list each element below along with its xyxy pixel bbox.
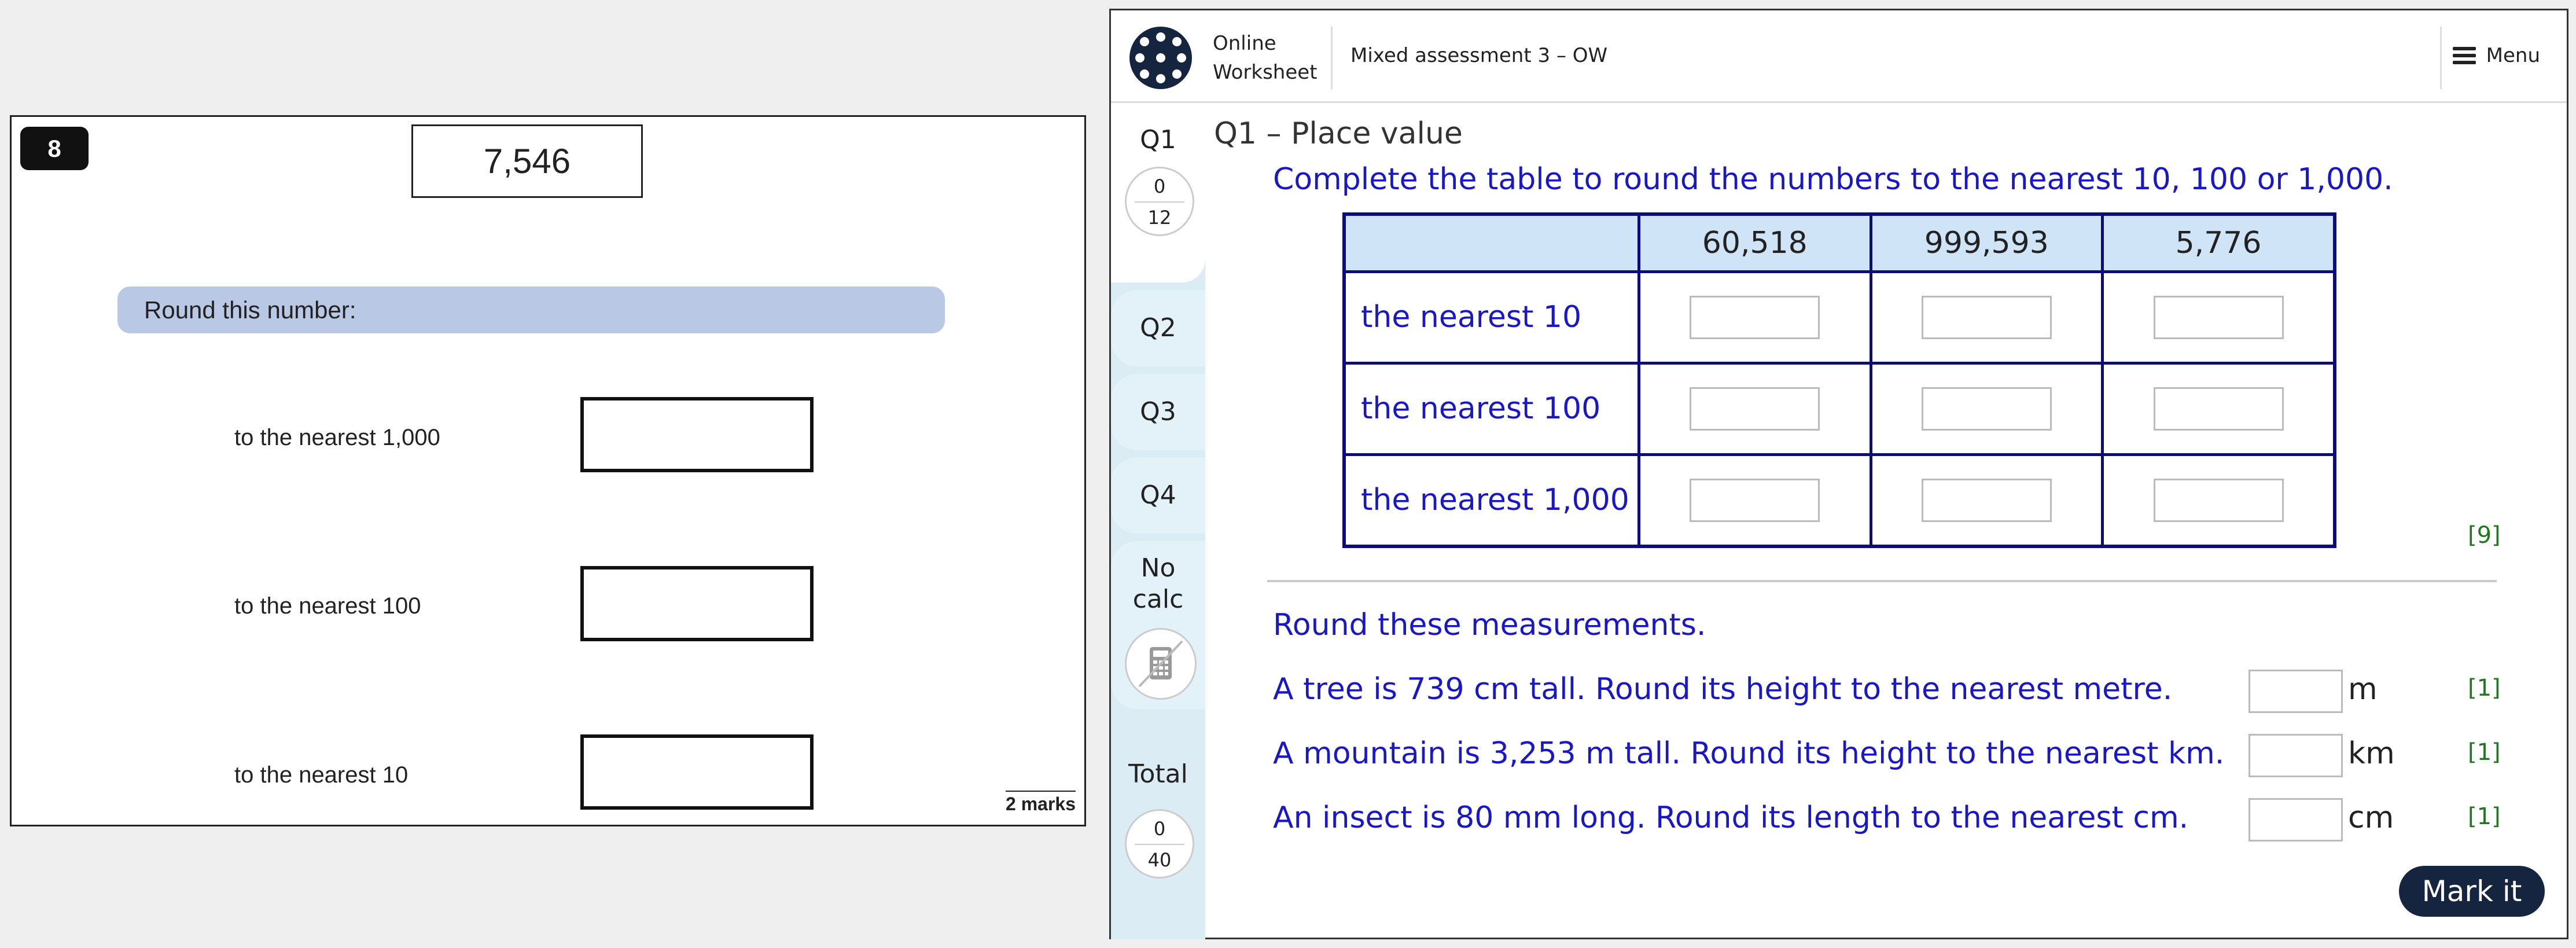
question-heading: Q1 – Place value [1214, 116, 1463, 151]
header-bar: Online Worksheet Mixed assessment 3 – OW… [1111, 10, 2567, 103]
sidebar-item-q3[interactable]: Q3 [1111, 374, 1205, 450]
answer-input[interactable] [1921, 478, 2052, 522]
unit-label: cm [2348, 800, 2394, 835]
answer-input[interactable] [2153, 478, 2284, 522]
answer-input[interactable] [1690, 295, 1820, 339]
marks-label: 2 marks [1006, 791, 1076, 815]
row-header: the nearest 10 [1342, 270, 1640, 365]
header-divider [1331, 27, 1333, 89]
sidebar-item-q4[interactable]: Q4 [1111, 457, 1205, 534]
no-calculator-icon [1125, 628, 1197, 700]
number-to-round: 7,546 [411, 124, 643, 198]
table-row: the nearest 100 [1342, 361, 2336, 456]
measurement-input[interactable] [2249, 734, 2343, 777]
answer-input[interactable] [2153, 387, 2284, 431]
online-worksheet: Online Worksheet Mixed assessment 3 – OW… [1109, 9, 2568, 939]
measurement-marks: [1] [2468, 675, 2501, 701]
sidebar-item-no-calc[interactable]: No calc [1111, 541, 1205, 709]
row-label-nearest-10: to the nearest 10 [234, 762, 409, 788]
sidebar-item-total: Total 0 40 [1111, 751, 1205, 925]
exam-question-panel: 8 7,546 Round this number: to the neares… [10, 115, 1086, 826]
question-sidebar: Q1 0 12 Q2 Q3 Q4 No calc Total 0 40 [1111, 103, 1205, 939]
worksheet-logo-icon[interactable] [1129, 27, 1192, 89]
instruction-text: Round this number: [144, 296, 356, 324]
row-header: the nearest 1,000 [1342, 453, 1640, 548]
table-instruction: Complete the table to round the numbers … [1273, 162, 2393, 197]
unit-label: km [2348, 736, 2395, 771]
row-header: the nearest 100 [1342, 361, 1640, 456]
table-marks: [9] [2468, 522, 2501, 549]
instruction-banner: Round this number: [117, 286, 945, 333]
q1-score-circle: 0 12 [1125, 167, 1194, 236]
measurement-marks: [1] [2468, 739, 2501, 766]
mark-it-button[interactable]: Mark it [2399, 866, 2545, 917]
header-divider [2440, 27, 2442, 89]
unit-label: m [2348, 672, 2378, 707]
answer-box-nearest-10[interactable] [580, 734, 814, 810]
rounding-table: 60,518 999,593 5,776 the nearest 10 the … [1342, 212, 2336, 548]
row-label-nearest-100: to the nearest 100 [234, 593, 421, 619]
answer-box-nearest-100[interactable] [580, 566, 814, 641]
measurements-intro: Round these measurements. [1273, 608, 1706, 642]
answer-input[interactable] [2153, 295, 2284, 339]
total-score-circle: 0 40 [1125, 809, 1194, 879]
brand-name: Online Worksheet [1213, 32, 1318, 84]
menu-label: Menu [2486, 44, 2540, 67]
measurement-question: An insect is 80 mm long. Round its lengt… [1273, 800, 2189, 835]
menu-button[interactable]: Menu [2452, 44, 2540, 67]
column-header: 5,776 [2101, 212, 2336, 273]
worksheet-title: Mixed assessment 3 – OW [1350, 44, 1608, 67]
measurement-question: A tree is 739 cm tall. Round its height … [1273, 672, 2173, 707]
table-corner-cell [1342, 212, 1640, 273]
answer-input[interactable] [1921, 295, 2052, 339]
measurement-question: A mountain is 3,253 m tall. Round its he… [1273, 736, 2225, 771]
answer-input[interactable] [1921, 387, 2052, 431]
hamburger-icon [2452, 47, 2476, 64]
column-header: 60,518 [1637, 212, 1872, 273]
answer-box-nearest-1000[interactable] [580, 397, 814, 472]
table-header-row: 60,518 999,593 5,776 [1342, 212, 2336, 273]
measurement-input[interactable] [2249, 670, 2343, 713]
measurement-input[interactable] [2249, 798, 2343, 842]
section-divider [1267, 580, 2497, 582]
answer-input[interactable] [1690, 478, 1820, 522]
sidebar-item-q1[interactable]: Q1 0 12 [1111, 103, 1205, 282]
table-row: the nearest 1,000 [1342, 453, 2336, 548]
table-row: the nearest 10 [1342, 270, 2336, 365]
row-label-nearest-1000: to the nearest 1,000 [234, 425, 440, 450]
sidebar-item-q2[interactable]: Q2 [1111, 290, 1205, 366]
answer-input[interactable] [1690, 387, 1820, 431]
column-header: 999,593 [1869, 212, 2104, 273]
question-number-badge: 8 [20, 127, 89, 170]
measurement-marks: [1] [2468, 803, 2501, 830]
